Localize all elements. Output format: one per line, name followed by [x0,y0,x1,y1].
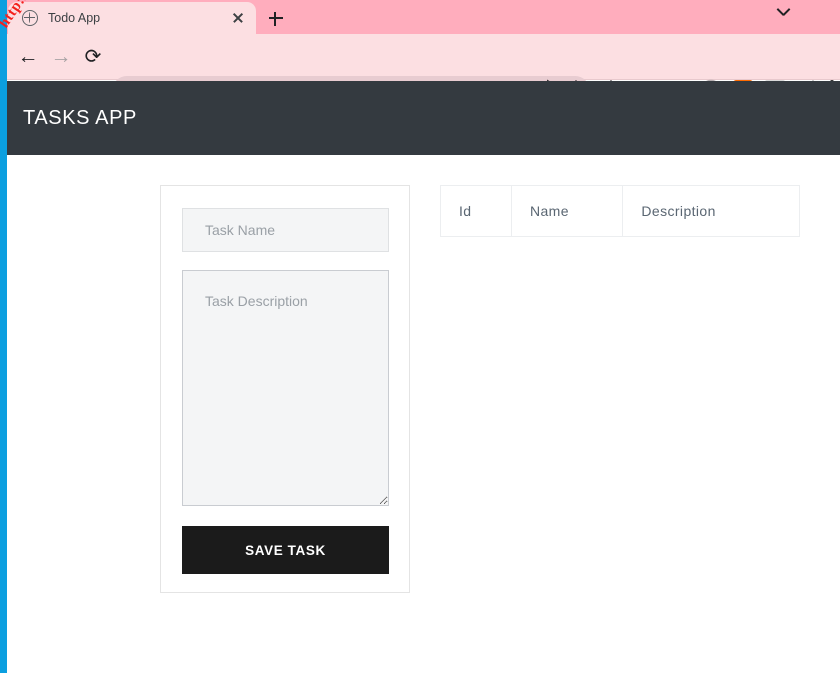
column-header-description: Description [622,185,800,237]
page-content: TASKS APP SAVE TASK Id Name Description [7,81,840,673]
column-header-id: Id [440,185,512,237]
browser-window: Todo App ← → ⟳ 주의 요함 http://gc [0,0,840,673]
forward-arrow-icon: → [50,45,72,68]
save-task-button[interactable]: SAVE TASK [182,526,389,574]
forward-button[interactable]: → [47,43,75,71]
back-arrow-icon: ← [17,45,39,68]
chevron-down-icon[interactable] [776,6,792,22]
tasks-table: Id Name Description [440,185,800,237]
tab-title: Todo App [48,11,101,25]
task-name-input[interactable] [182,208,389,252]
reload-icon: ⟳ [84,46,102,68]
column-header-name: Name [510,185,624,237]
browser-toolbar: ← → ⟳ 주의 요함 http://gctask.com A [0,34,840,106]
reload-button[interactable]: ⟳ [79,43,107,71]
page-title: TASKS APP [23,107,137,129]
back-button[interactable]: ← [14,43,42,71]
left-edge-strip [0,0,7,673]
close-icon[interactable] [228,8,248,28]
new-tab-button[interactable] [262,4,290,32]
globe-icon [22,10,38,26]
task-form-card: SAVE TASK [160,185,410,593]
browser-tab-todo-app[interactable]: Todo App [8,2,256,34]
tab-strip: Todo App [0,0,840,34]
app-header-bar: TASKS APP [7,81,840,155]
table-header-row: Id Name Description [440,185,800,237]
task-description-input[interactable] [182,270,389,506]
